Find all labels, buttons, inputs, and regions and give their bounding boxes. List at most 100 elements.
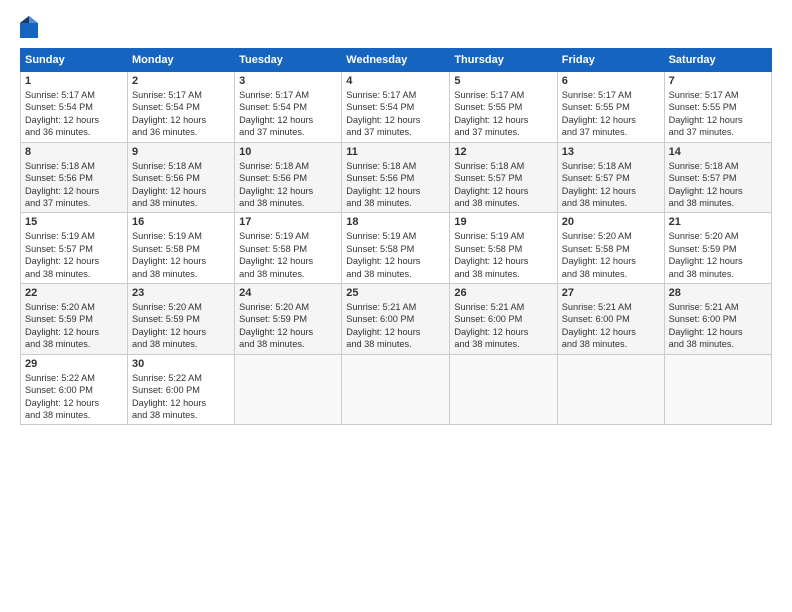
day-number: 18: [346, 216, 445, 228]
day-info: Sunrise: 5:17 AMSunset: 5:54 PMDaylight:…: [25, 89, 123, 139]
calendar-week-0: 1Sunrise: 5:17 AMSunset: 5:54 PMDaylight…: [21, 72, 772, 143]
day-number: 29: [25, 358, 123, 370]
day-info: Sunrise: 5:19 AMSunset: 5:58 PMDaylight:…: [346, 230, 445, 280]
calendar-cell: 6 Sunrise: 5:17 AMSunset: 5:55 PMDaylight…: [557, 72, 664, 143]
day-number: 25: [346, 287, 445, 299]
header-thursday: Thursday: [450, 49, 557, 72]
day-info: Sunrise: 5:21 AMSunset: 6:00 PMDaylight:…: [562, 301, 660, 351]
day-info: Sunrise: 5:20 AMSunset: 5:59 PMDaylight:…: [669, 230, 767, 280]
calendar-cell: 16 Sunrise: 5:19 AMSunset: 5:58 PMDayligh…: [128, 213, 235, 284]
header-friday: Friday: [557, 49, 664, 72]
calendar-cell: 28 Sunrise: 5:21 AMSunset: 6:00 PMDayligh…: [664, 284, 771, 355]
calendar-cell: 12 Sunrise: 5:18 AMSunset: 5:57 PMDayligh…: [450, 142, 557, 213]
calendar-cell: 13Sunrise: 5:18 AMSunset: 5:57 PMDayligh…: [557, 142, 664, 213]
day-info: Sunrise: 5:17 AMSunset: 5:54 PMDaylight:…: [346, 89, 445, 139]
day-number: 4: [346, 75, 445, 87]
calendar-cell: 29 Sunrise: 5:22 AMSunset: 6:00 PMDayligh…: [21, 354, 128, 425]
header-saturday: Saturday: [664, 49, 771, 72]
header-monday: Monday: [128, 49, 235, 72]
day-number: 13: [562, 146, 660, 158]
day-number: 8: [25, 146, 123, 158]
day-info: Sunrise: 5:19 AMSunset: 5:58 PMDaylight:…: [239, 230, 337, 280]
calendar-cell: [342, 354, 450, 425]
calendar-cell: 11 Sunrise: 5:18 AMSunset: 5:56 PMDayligh…: [342, 142, 450, 213]
calendar-cell: [664, 354, 771, 425]
day-number: 21: [669, 216, 767, 228]
day-number: 11: [346, 146, 445, 158]
day-number: 24: [239, 287, 337, 299]
day-number: 12: [454, 146, 552, 158]
calendar-cell: 21 Sunrise: 5:20 AMSunset: 5:59 PMDayligh…: [664, 213, 771, 284]
day-info: Sunrise: 5:17 AMSunset: 5:55 PMDaylight:…: [669, 89, 767, 139]
day-number: 6: [562, 75, 660, 87]
calendar-cell: [235, 354, 342, 425]
header-sunday: Sunday: [21, 49, 128, 72]
calendar-cell: 5 Sunrise: 5:17 AMSunset: 5:55 PMDaylight…: [450, 72, 557, 143]
calendar-cell: 30 Sunrise: 5:22 AMSunset: 6:00 PMDayligh…: [128, 354, 235, 425]
day-number: 27: [562, 287, 660, 299]
day-number: 14: [669, 146, 767, 158]
calendar-cell: 9Sunrise: 5:18 AMSunset: 5:56 PMDaylight…: [128, 142, 235, 213]
calendar-header-row: SundayMondayTuesdayWednesdayThursdayFrid…: [21, 49, 772, 72]
day-number: 16: [132, 216, 230, 228]
calendar-cell: 26 Sunrise: 5:21 AMSunset: 6:00 PMDayligh…: [450, 284, 557, 355]
day-number: 3: [239, 75, 337, 87]
calendar-cell: 10 Sunrise: 5:18 AMSunset: 5:56 PMDayligh…: [235, 142, 342, 213]
day-number: 26: [454, 287, 552, 299]
day-info: Sunrise: 5:22 AMSunset: 6:00 PMDaylight:…: [132, 372, 230, 422]
day-info: Sunrise: 5:17 AMSunset: 5:55 PMDaylight:…: [562, 89, 660, 139]
header-wednesday: Wednesday: [342, 49, 450, 72]
header: [20, 18, 772, 38]
day-number: 30: [132, 358, 230, 370]
day-info: Sunrise: 5:22 AMSunset: 6:00 PMDaylight:…: [25, 372, 123, 422]
day-number: 10: [239, 146, 337, 158]
calendar-week-4: 29 Sunrise: 5:22 AMSunset: 6:00 PMDayligh…: [21, 354, 772, 425]
calendar-cell: 14Sunrise: 5:18 AMSunset: 5:57 PMDayligh…: [664, 142, 771, 213]
calendar-cell: 2 Sunrise: 5:17 AMSunset: 5:54 PMDaylight…: [128, 72, 235, 143]
day-info: Sunrise: 5:18 AMSunset: 5:57 PMDaylight:…: [454, 160, 552, 210]
day-number: 15: [25, 216, 123, 228]
calendar-cell: 8 Sunrise: 5:18 AMSunset: 5:56 PMDaylight…: [21, 142, 128, 213]
calendar-cell: 4 Sunrise: 5:17 AMSunset: 5:54 PMDaylight…: [342, 72, 450, 143]
calendar-cell: 23Sunrise: 5:20 AMSunset: 5:59 PMDayligh…: [128, 284, 235, 355]
day-number: 17: [239, 216, 337, 228]
calendar-cell: [557, 354, 664, 425]
calendar-table: SundayMondayTuesdayWednesdayThursdayFrid…: [20, 48, 772, 425]
day-number: 5: [454, 75, 552, 87]
day-info: Sunrise: 5:20 AMSunset: 5:59 PMDaylight:…: [25, 301, 123, 351]
day-info: Sunrise: 5:21 AMSunset: 6:00 PMDaylight:…: [346, 301, 445, 351]
calendar-week-2: 15Sunrise: 5:19 AMSunset: 5:57 PMDayligh…: [21, 213, 772, 284]
day-number: 20: [562, 216, 660, 228]
calendar-cell: 19Sunrise: 5:19 AMSunset: 5:58 PMDayligh…: [450, 213, 557, 284]
day-number: 7: [669, 75, 767, 87]
day-info: Sunrise: 5:20 AMSunset: 5:58 PMDaylight:…: [562, 230, 660, 280]
calendar-cell: 3 Sunrise: 5:17 AMSunset: 5:54 PMDaylight…: [235, 72, 342, 143]
calendar-body: 1Sunrise: 5:17 AMSunset: 5:54 PMDaylight…: [21, 72, 772, 425]
calendar-cell: 7 Sunrise: 5:17 AMSunset: 5:55 PMDaylight…: [664, 72, 771, 143]
page: SundayMondayTuesdayWednesdayThursdayFrid…: [0, 0, 792, 612]
calendar-cell: 1Sunrise: 5:17 AMSunset: 5:54 PMDaylight…: [21, 72, 128, 143]
calendar-cell: 25 Sunrise: 5:21 AMSunset: 6:00 PMDayligh…: [342, 284, 450, 355]
day-info: Sunrise: 5:18 AMSunset: 5:56 PMDaylight:…: [239, 160, 337, 210]
day-info: Sunrise: 5:18 AMSunset: 5:56 PMDaylight:…: [346, 160, 445, 210]
day-info: Sunrise: 5:21 AMSunset: 6:00 PMDaylight:…: [669, 301, 767, 351]
calendar-week-3: 22Sunrise: 5:20 AMSunset: 5:59 PMDayligh…: [21, 284, 772, 355]
calendar-cell: 18 Sunrise: 5:19 AMSunset: 5:58 PMDayligh…: [342, 213, 450, 284]
calendar-cell: 22Sunrise: 5:20 AMSunset: 5:59 PMDayligh…: [21, 284, 128, 355]
calendar-cell: 27 Sunrise: 5:21 AMSunset: 6:00 PMDayligh…: [557, 284, 664, 355]
day-info: Sunrise: 5:18 AMSunset: 5:56 PMDaylight:…: [25, 160, 123, 210]
day-number: 28: [669, 287, 767, 299]
calendar-cell: 15Sunrise: 5:19 AMSunset: 5:57 PMDayligh…: [21, 213, 128, 284]
day-number: 19: [454, 216, 552, 228]
day-info: Sunrise: 5:21 AMSunset: 6:00 PMDaylight:…: [454, 301, 552, 351]
calendar-cell: 17 Sunrise: 5:19 AMSunset: 5:58 PMDayligh…: [235, 213, 342, 284]
day-info: Sunrise: 5:17 AMSunset: 5:54 PMDaylight:…: [132, 89, 230, 139]
day-info: Sunrise: 5:17 AMSunset: 5:55 PMDaylight:…: [454, 89, 552, 139]
day-info: Sunrise: 5:17 AMSunset: 5:54 PMDaylight:…: [239, 89, 337, 139]
day-info: Sunrise: 5:18 AMSunset: 5:56 PMDaylight:…: [132, 160, 230, 210]
day-info: Sunrise: 5:19 AMSunset: 5:58 PMDaylight:…: [132, 230, 230, 280]
logo-icon: [20, 16, 38, 38]
day-number: 2: [132, 75, 230, 87]
day-info: Sunrise: 5:20 AMSunset: 5:59 PMDaylight:…: [132, 301, 230, 351]
logo: [20, 18, 40, 38]
